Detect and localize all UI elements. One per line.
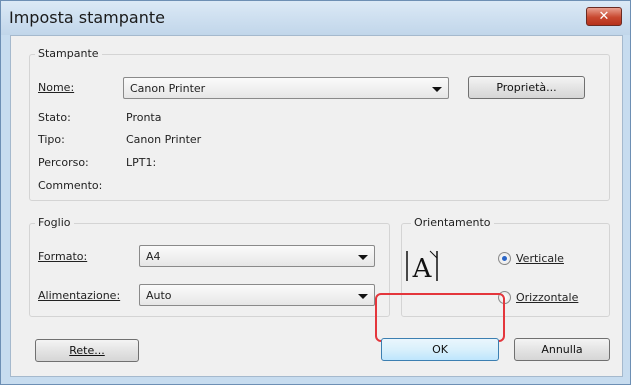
ok-button[interactable]: OK (381, 338, 499, 361)
format-label: Formato: (38, 250, 88, 263)
format-select[interactable]: A4 (139, 245, 375, 267)
chevron-down-icon (432, 87, 442, 92)
window-title: Imposta stampante (9, 8, 165, 27)
printer-name-select[interactable]: Canon Printer (123, 77, 449, 99)
title-bar[interactable]: Imposta stampante ✕ (1, 1, 630, 35)
comment-label: Commento: (38, 179, 103, 192)
feed-value: Auto (146, 289, 172, 302)
name-label: Nome: (38, 81, 75, 94)
path-value: LPT1: (126, 156, 157, 169)
format-value: A4 (146, 250, 161, 263)
printer-group-label: Stampante (35, 47, 102, 60)
printer-name-value: Canon Printer (130, 82, 206, 95)
orientation-group-label: Orientamento (411, 216, 494, 229)
close-button[interactable]: ✕ (586, 7, 622, 26)
print-setup-dialog: Imposta stampante ✕ Stampante Nome: Cano… (0, 0, 631, 385)
status-value: Pronta (126, 111, 162, 124)
ok-highlight-frame (375, 293, 505, 342)
close-icon: ✕ (598, 9, 610, 24)
feed-label: Alimentazione: (38, 289, 121, 302)
chevron-down-icon (358, 294, 368, 299)
network-button-label: Rete... (69, 344, 105, 357)
properties-button[interactable]: Proprietà... (468, 76, 585, 99)
status-label: Stato: (38, 111, 71, 124)
cancel-button[interactable]: Annulla (514, 338, 610, 361)
cancel-button-label: Annulla (541, 343, 583, 356)
properties-button-label: Proprietà... (496, 81, 557, 94)
type-label: Tipo: (38, 133, 65, 146)
portrait-orientation-icon: A (405, 249, 439, 284)
portrait-radio[interactable] (498, 252, 511, 265)
feed-select[interactable]: Auto (139, 284, 375, 306)
type-value: Canon Printer (126, 133, 202, 146)
chevron-down-icon (358, 255, 368, 260)
sheet-group-label: Foglio (35, 216, 74, 229)
ok-button-label: OK (432, 343, 448, 356)
network-button[interactable]: Rete... (35, 339, 139, 362)
path-label: Percorso: (38, 156, 89, 169)
orientation-letter: A (412, 254, 433, 283)
landscape-label[interactable]: Orizzontale (516, 291, 578, 304)
portrait-label[interactable]: Verticale (516, 252, 564, 265)
